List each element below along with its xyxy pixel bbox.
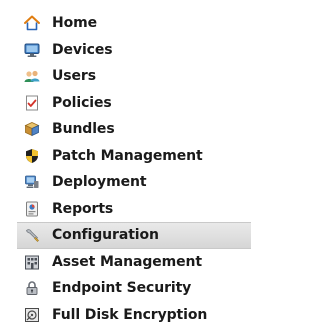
nav-label: Deployment [52,174,147,191]
nav-label: Patch Management [52,147,203,164]
nav-label: Users [52,68,96,85]
nav-label: Full Disk Encryption [52,306,208,323]
home-icon [24,15,40,31]
building-icon [24,254,40,270]
monitor-icon [24,42,40,58]
policy-document-icon [24,95,40,111]
lock-icon [24,280,40,296]
nav-item-bundles[interactable]: Bundles [0,116,251,143]
deployment-computer-icon [24,174,40,190]
shield-icon [24,148,40,164]
nav-item-policies[interactable]: Policies [0,90,251,117]
nav-label: Policies [52,94,112,111]
nav-label: Configuration [52,227,159,244]
nav-label: Reports [52,200,114,217]
users-icon [24,68,40,84]
nav-item-reports[interactable]: Reports [0,196,251,223]
nav-item-asset-management[interactable]: Asset Management [0,249,251,276]
navigation-menu: Home Devices Users Policies Bundles Patc… [0,10,251,328]
nav-label: Bundles [52,121,115,138]
nav-label: Endpoint Security [52,280,192,297]
nav-item-devices[interactable]: Devices [0,37,251,64]
nav-label: Devices [52,41,113,58]
nav-item-deployment[interactable]: Deployment [0,169,251,196]
nav-item-patch-management[interactable]: Patch Management [0,143,251,170]
disk-encryption-icon [24,307,40,323]
nav-item-home[interactable]: Home [0,10,251,37]
nav-item-full-disk-encryption[interactable]: Full Disk Encryption [0,302,251,329]
nav-label: Home [52,15,98,32]
nav-item-endpoint-security[interactable]: Endpoint Security [0,275,251,302]
bundle-box-icon [24,121,40,137]
nav-item-users[interactable]: Users [0,63,251,90]
wrench-icon [24,227,40,243]
nav-item-configuration[interactable]: Configuration [17,222,251,249]
report-icon [24,201,40,217]
nav-label: Asset Management [52,253,203,270]
